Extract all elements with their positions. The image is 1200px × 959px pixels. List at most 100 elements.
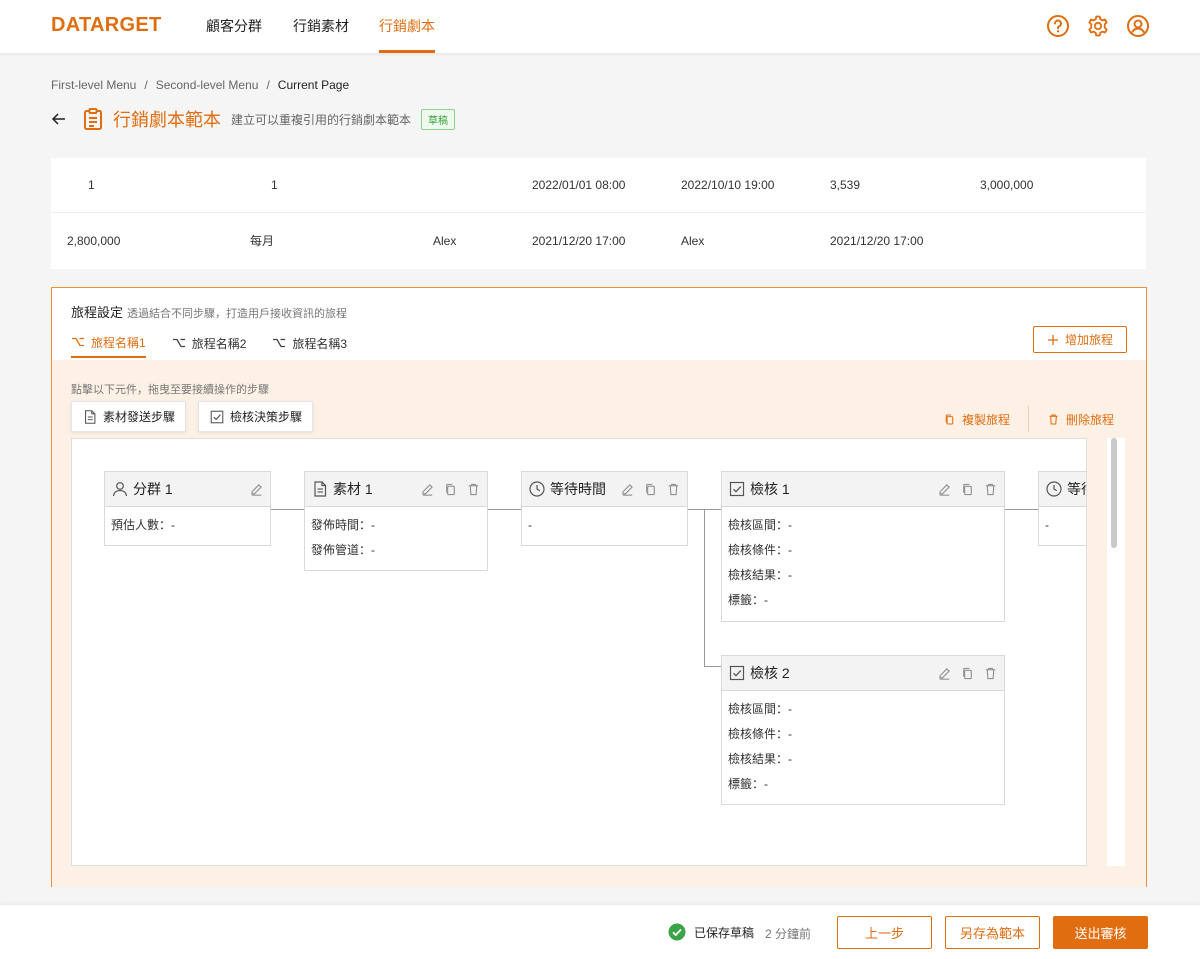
node-field: 檢核結果：- <box>728 568 792 582</box>
flow-node-material[interactable]: 素材 1 發佈時間：- 發佈管道：- <box>304 471 488 571</box>
info-cell: 2022/01/01 08:00 <box>532 178 626 192</box>
node-header: 檢核 1 <box>722 472 1004 507</box>
node-title: 等待時間 <box>1067 481 1086 497</box>
footer-action-bar: 已保存草稿 2 分鐘前 上一步 另存為範本 送出審核 <box>0 905 1200 959</box>
node-field: 標籤：- <box>728 777 768 791</box>
trash-icon[interactable] <box>983 666 998 681</box>
user-account-icon[interactable] <box>1126 14 1150 38</box>
palette-material-step[interactable]: 素材發送步驟 <box>71 401 187 432</box>
info-cell: 2022/10/10 19:00 <box>681 178 775 192</box>
connector-line <box>270 509 304 510</box>
node-field: 發佈時間：- <box>311 518 375 532</box>
node-header: 等待時間 <box>1039 472 1086 507</box>
checkbox-icon <box>728 664 746 682</box>
nav-item-marketing-scripts[interactable]: 行銷劇本 <box>379 0 435 53</box>
document-icon <box>311 480 329 498</box>
user-icon <box>111 480 129 498</box>
add-journey-button[interactable]: 增加旅程 <box>1033 326 1127 353</box>
info-cell: Alex <box>433 234 457 248</box>
info-cell: 3,000,000 <box>980 178 1034 192</box>
document-icon <box>82 409 98 425</box>
flow-node-segment[interactable]: 分群 1 預估人數：- <box>104 471 271 546</box>
journey-title: 旅程設定 <box>71 305 124 320</box>
tab-journey-3[interactable]: 旅程名稱3 <box>272 328 347 358</box>
node-body: - <box>522 507 687 542</box>
submit-review-button[interactable]: 送出審核 <box>1053 916 1148 949</box>
info-cell: 2,800,000 <box>67 234 121 248</box>
clipboard-icon <box>81 107 105 131</box>
info-cell: 2021/12/20 17:00 <box>830 234 924 248</box>
back-arrow-icon[interactable] <box>51 111 67 127</box>
edit-icon[interactable] <box>937 666 952 681</box>
connector-line <box>704 666 721 667</box>
clock-icon <box>528 480 546 498</box>
node-field: 檢核結果：- <box>728 752 792 766</box>
node-body: 檢核區間：- 檢核條件：- 檢核結果：- 標籤：- <box>722 507 1004 617</box>
breadcrumb-item[interactable]: Second-level Menu <box>156 78 259 92</box>
nav-item-customer-segments[interactable]: 顧客分群 <box>206 0 262 53</box>
node-field: 檢核條件：- <box>728 727 792 741</box>
palette-label: 檢核決策步驟 <box>230 410 303 424</box>
node-body: 檢核區間：- 檢核條件：- 檢核結果：- 標籤：- <box>722 691 1004 801</box>
copy-icon[interactable] <box>643 482 658 497</box>
edit-icon[interactable] <box>420 482 435 497</box>
node-header: 檢核 2 <box>722 656 1004 691</box>
scrollbar-thumb[interactable] <box>1111 438 1117 548</box>
trash-icon[interactable] <box>983 482 998 497</box>
node-body: 發佈時間：- 發佈管道：- <box>305 507 487 567</box>
journey-editor-area: 點擊以下元件，拖曳至要接續操作的步驟 素材發送步驟 檢核決策步驟 複製旅程 刪除… <box>52 360 1146 887</box>
node-actions <box>937 666 998 681</box>
node-body: - <box>1039 507 1086 542</box>
copy-icon <box>943 413 956 426</box>
tab-journey-1[interactable]: 旅程名稱1 <box>71 328 146 358</box>
info-cell: 每月 <box>250 234 275 248</box>
info-cell: 1 <box>88 178 95 192</box>
breadcrumb-item[interactable]: First-level Menu <box>51 78 136 92</box>
flow-node-check-2[interactable]: 檢核 2 檢核區間：- 檢核條件：- 檢核結果：- 標籤：- <box>721 655 1005 805</box>
checkbox-icon <box>209 409 225 425</box>
flow-canvas[interactable]: 分群 1 預估人數：- 素材 1 發佈時間：- 發佈管道：- 等待時間 - 檢核… <box>71 438 1087 866</box>
copy-icon[interactable] <box>960 482 975 497</box>
flow-node-check-1[interactable]: 檢核 1 檢核區間：- 檢核條件：- 檢核結果：- 標籤：- <box>721 471 1005 622</box>
edit-icon[interactable] <box>937 482 952 497</box>
copy-journey-button[interactable]: 複製旅程 <box>943 411 1010 428</box>
delete-journey-button[interactable]: 刪除旅程 <box>1047 411 1114 428</box>
saved-time: 2 分鐘前 <box>765 927 812 941</box>
node-field: 預估人數：- <box>111 518 175 532</box>
palette-check-step[interactable]: 檢核決策步驟 <box>198 401 314 432</box>
copy-icon[interactable] <box>443 482 458 497</box>
breadcrumb: First-level Menu / Second-level Menu / C… <box>51 78 349 92</box>
save-as-template-button[interactable]: 另存為範本 <box>945 916 1040 949</box>
info-cell: 2021/12/20 17:00 <box>532 234 626 248</box>
flow-node-wait-2[interactable]: 等待時間 - <box>1038 471 1086 546</box>
palette-label: 素材發送步驟 <box>103 410 176 424</box>
previous-step-button[interactable]: 上一步 <box>837 916 932 949</box>
info-cell: Alex <box>681 234 705 248</box>
nav-item-marketing-materials[interactable]: 行銷素材 <box>293 0 349 53</box>
node-field: 檢核條件：- <box>728 543 792 557</box>
trash-icon[interactable] <box>666 482 681 497</box>
copy-icon[interactable] <box>960 666 975 681</box>
settings-gear-icon[interactable] <box>1086 14 1110 38</box>
node-actions <box>249 482 264 497</box>
tab-label: 旅程名稱3 <box>292 336 348 351</box>
edit-icon[interactable] <box>620 482 635 497</box>
clock-icon <box>1045 480 1063 498</box>
branch-icon <box>71 335 85 349</box>
page-title: 行銷劇本範本 <box>113 110 221 130</box>
node-title: 檢核 1 <box>750 481 790 497</box>
divider <box>1028 406 1029 432</box>
edit-icon[interactable] <box>249 482 264 497</box>
tab-label: 旅程名稱1 <box>91 335 146 350</box>
trash-icon[interactable] <box>466 482 481 497</box>
flow-node-wait[interactable]: 等待時間 - <box>521 471 688 546</box>
tab-journey-2[interactable]: 旅程名稱2 <box>172 328 246 358</box>
node-field: 標籤：- <box>728 593 768 607</box>
node-actions <box>420 482 481 497</box>
vertical-scrollbar[interactable] <box>1107 438 1125 866</box>
status-badge: 草稿 <box>421 108 456 130</box>
top-navigation-bar: DATARGET 顧客分群 行銷素材 行銷劇本 <box>0 0 1200 53</box>
app-logo[interactable]: DATARGET <box>51 14 162 37</box>
help-icon[interactable] <box>1046 14 1070 38</box>
delete-journey-label: 刪除旅程 <box>1066 413 1115 427</box>
